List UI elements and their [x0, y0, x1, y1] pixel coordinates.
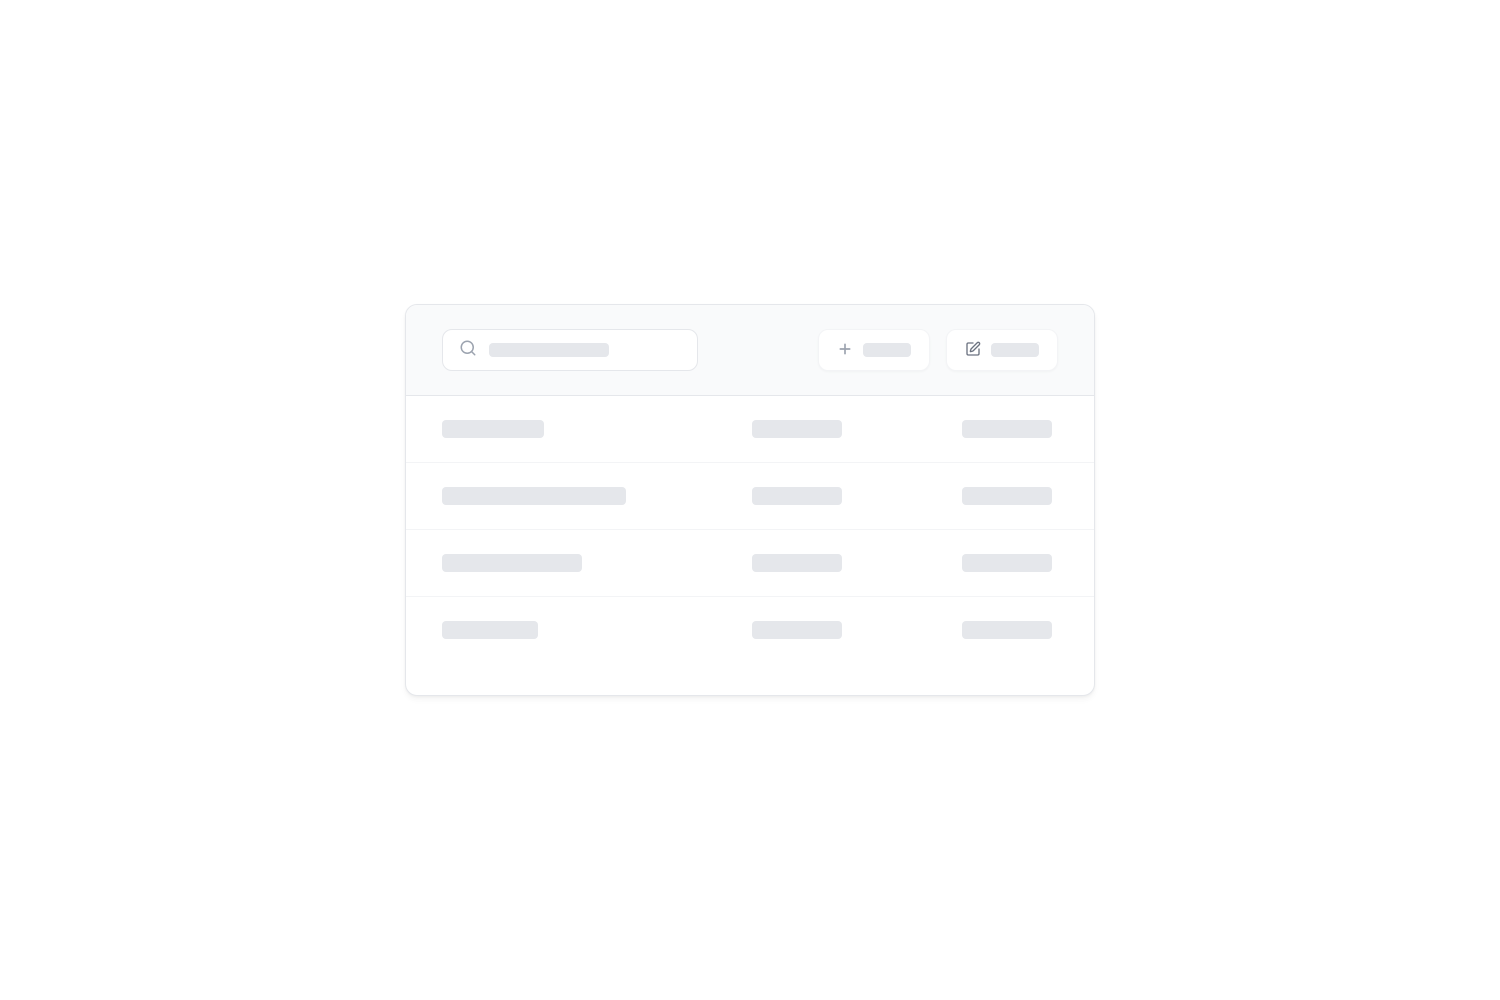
plus-icon	[837, 341, 853, 360]
create-button[interactable]	[818, 329, 930, 371]
row-cell-secondary	[752, 487, 962, 505]
row-cell-trailing	[962, 420, 1052, 438]
row-cell-secondary	[752, 420, 962, 438]
row-cell-secondary	[752, 621, 962, 639]
row-cell-trailing	[962, 554, 1052, 572]
pen-square-icon	[965, 341, 981, 360]
row-cell-primary	[442, 621, 752, 639]
create-label-skeleton	[863, 343, 911, 357]
toolbar	[406, 305, 1094, 396]
row-cell-trailing	[962, 621, 1052, 639]
edit-label-skeleton	[991, 343, 1039, 357]
search-input[interactable]	[442, 329, 698, 371]
search-icon	[459, 339, 477, 361]
row-cell-primary	[442, 487, 752, 505]
list-row[interactable]	[406, 530, 1094, 597]
row-cell-secondary	[752, 554, 962, 572]
row-cell-primary	[442, 420, 752, 438]
row-cell-trailing	[962, 487, 1052, 505]
edit-button[interactable]	[946, 329, 1058, 371]
list-body	[406, 396, 1094, 695]
list-row[interactable]	[406, 463, 1094, 530]
list-row[interactable]	[406, 396, 1094, 463]
row-cell-primary	[442, 554, 752, 572]
list-card	[405, 304, 1095, 696]
list-row[interactable]	[406, 597, 1094, 663]
search-placeholder-skeleton	[489, 343, 609, 357]
